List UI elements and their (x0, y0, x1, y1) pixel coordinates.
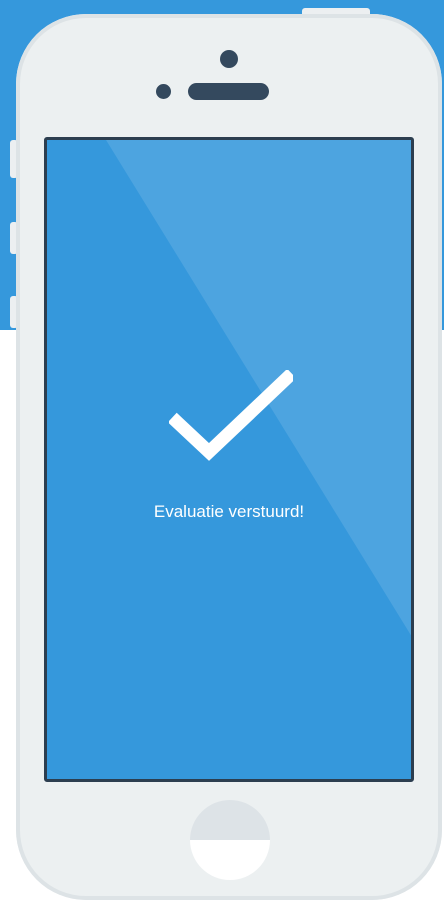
front-camera (220, 50, 238, 68)
home-button[interactable] (190, 800, 270, 880)
checkmark-icon (169, 370, 293, 461)
confirmation-message: Evaluatie verstuurd! (153, 502, 305, 521)
earpiece-speaker (188, 83, 269, 100)
phone-screen: Evaluatie verstuurd! (44, 137, 414, 782)
proximity-sensor (156, 84, 171, 99)
